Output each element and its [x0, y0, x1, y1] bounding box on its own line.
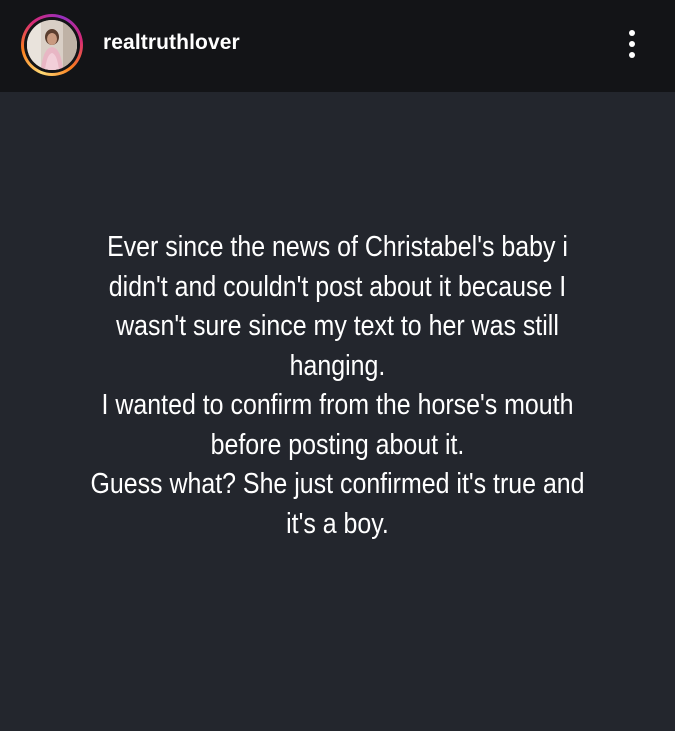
- story-text-line: wasn't sure since my text to her was sti…: [116, 310, 559, 342]
- more-options-button[interactable]: [616, 24, 648, 64]
- story-header: realtruthlover: [0, 0, 675, 92]
- more-vertical-icon: [629, 52, 635, 58]
- story-text-line: I wanted to confirm from the horse's mou…: [101, 389, 574, 421]
- more-vertical-icon: [629, 41, 635, 47]
- story-text-line: it's a boy.: [286, 507, 389, 540]
- story-text-line: didn't and couldn't post about it becaus…: [108, 270, 567, 303]
- avatar[interactable]: [27, 20, 77, 70]
- story-text: Ever since the news of Christabel's baby…: [82, 228, 594, 544]
- story-text-line: Ever since the news of Christabel's baby…: [107, 231, 568, 263]
- story-text-line: Guess what? She just confirmed it's true…: [90, 468, 585, 500]
- profile-photo-icon: [27, 20, 77, 70]
- story-content[interactable]: Ever since the news of Christabel's baby…: [0, 92, 675, 731]
- story-text-line: hanging.: [289, 349, 386, 382]
- story-avatar-ring[interactable]: [21, 14, 83, 76]
- story-text-line: before posting about it.: [210, 428, 465, 461]
- more-vertical-icon: [629, 30, 635, 36]
- username[interactable]: realtruthlover: [103, 31, 240, 55]
